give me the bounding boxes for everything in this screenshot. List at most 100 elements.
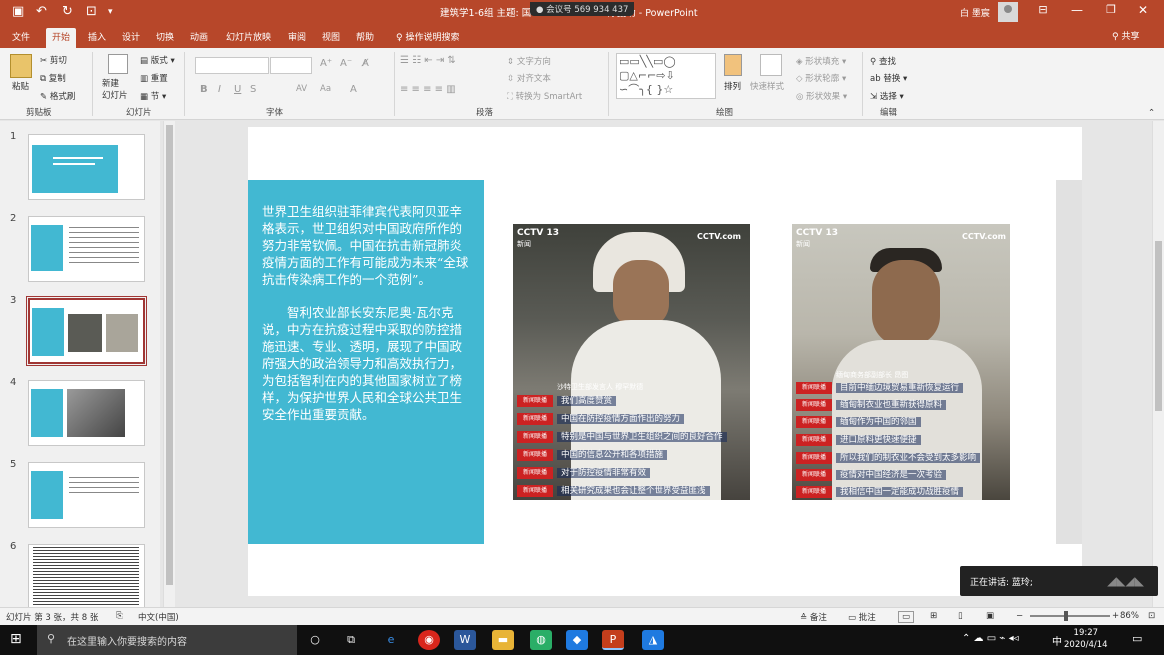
comments-button[interactable]: ▭ 批注 [848, 611, 876, 623]
spellcheck-icon[interactable]: ⎘ [116, 611, 123, 621]
save-icon[interactable]: ▣ [12, 4, 24, 20]
arrange-icon[interactable] [724, 54, 742, 76]
replace-button[interactable]: ab 替换 ▾ [870, 72, 907, 84]
thumbnail-scrollbar[interactable] [163, 121, 175, 607]
word-icon[interactable]: W [454, 630, 476, 650]
avatar[interactable] [998, 2, 1018, 22]
reset-button[interactable]: ▥ 重置 [140, 72, 168, 84]
shadow-button[interactable]: S [250, 84, 256, 95]
grow-font-icon[interactable]: A⁺ [320, 58, 332, 69]
find-button[interactable]: ⚲ 查找 [870, 55, 896, 67]
minimize-icon[interactable]: — [1062, 3, 1092, 17]
restore-icon[interactable]: ❐ [1096, 3, 1126, 16]
bold-button[interactable]: B [200, 84, 208, 95]
language-indicator[interactable]: 中文(中国) [138, 611, 179, 623]
shrink-font-icon[interactable]: A⁻ [340, 58, 352, 69]
char-spacing-button[interactable]: AV [296, 84, 307, 94]
scrollbar-thumb[interactable] [166, 125, 173, 585]
slide-thumbnail-3[interactable] [26, 296, 147, 366]
zoom-slider[interactable] [1030, 615, 1110, 617]
tab-slideshow[interactable]: 幻灯片放映 [220, 28, 277, 48]
tab-help[interactable]: 帮助 [350, 28, 380, 48]
change-case-button[interactable]: Aa [320, 84, 331, 94]
notes-button[interactable]: ≙ 备注 [800, 611, 827, 623]
share-button[interactable]: ⚲ 共享 [1112, 29, 1139, 42]
tab-file[interactable]: 文件 [6, 28, 36, 48]
quick-styles-icon[interactable] [760, 54, 782, 76]
paste-button[interactable]: 粘贴 [12, 80, 29, 92]
zoom-slider-handle[interactable] [1064, 611, 1068, 621]
user-name[interactable]: 白 墨宸 [960, 6, 990, 19]
customize-toolbar-icon[interactable]: ▾ [108, 4, 113, 20]
bullets-icon[interactable]: ☰ ☷ ⇤ ⇥ ⇅ [400, 55, 456, 66]
cortana-icon[interactable]: ○ [304, 630, 326, 650]
redo-icon[interactable]: ↻ [62, 4, 73, 20]
powerpoint-icon[interactable]: P [602, 630, 624, 650]
slide-sorter-icon[interactable]: ⊞ [930, 611, 937, 621]
align-text-button[interactable]: ⇳ 对齐文本 [507, 72, 551, 84]
tencent-meeting-icon[interactable]: ◮ [642, 630, 664, 650]
format-painter-button[interactable]: ✎ 格式刷 [40, 90, 75, 102]
file-explorer-icon[interactable]: ▬ [492, 630, 514, 650]
italic-button[interactable]: I [218, 84, 221, 95]
align-icons[interactable]: ≡ ≡ ≡ ≡ ▥ [400, 84, 456, 95]
news-photo-saudi[interactable]: CCTV 13 新闻 CCTV.com 沙特卫生部发言人 穆罕默德 新闻联播 我们… [513, 224, 750, 500]
tab-home[interactable]: 开始 [46, 28, 77, 48]
zoom-out-icon[interactable]: − [1016, 611, 1023, 621]
tab-view[interactable]: 视图 [316, 28, 346, 48]
notifications-icon[interactable]: ▭ [1132, 632, 1142, 645]
news-photo-myanmar[interactable]: CCTV 13 新闻 CCTV.com 缅甸商务部副部长 昂图 新闻联播 目前中缅… [792, 224, 1010, 500]
slide-thumbnail-6[interactable] [28, 544, 145, 607]
tab-insert[interactable]: 插入 [82, 28, 112, 48]
fit-slide-icon[interactable]: ⊡ [1148, 611, 1155, 621]
taskbar-search[interactable]: ⚲ 在这里输入你要搜索的内容 [37, 625, 297, 655]
scrollbar-thumb[interactable] [1155, 241, 1162, 411]
undo-icon[interactable]: ↶ [36, 4, 47, 20]
copy-button[interactable]: ⧉ 复制 [40, 72, 66, 84]
tell-me-search[interactable]: ♀ 操作说明搜索 [390, 28, 465, 48]
slideshow-icon[interactable]: ▣ [986, 611, 994, 621]
font-name-combo[interactable] [195, 57, 269, 74]
taskbar-clock[interactable]: 19:27 2020/4/14 [1064, 627, 1108, 651]
slide-thumbnail-5[interactable] [28, 462, 145, 528]
tab-review[interactable]: 审阅 [282, 28, 312, 48]
tab-transitions[interactable]: 切换 [150, 28, 180, 48]
font-color-icon[interactable]: A [350, 84, 357, 95]
zoom-in-icon[interactable]: + [1112, 611, 1119, 621]
ribbon-display-icon[interactable]: ⊟ [1028, 3, 1058, 16]
smartart-button[interactable]: ⛶ 转换为 SmartArt [507, 90, 582, 102]
text-direction-button[interactable]: ⇕ 文字方向 [507, 55, 551, 67]
arrange-button[interactable]: 排列 [724, 80, 741, 92]
slide-body-text[interactable]: 世界卫生组织驻菲律宾代表阿贝亚辛格表示，世卫组织对中国政府所作的努力非常钦佩。中… [262, 203, 474, 423]
normal-view-icon[interactable]: ▭ [898, 611, 915, 623]
new-slide-button[interactable]: 新建 幻灯片 [102, 78, 128, 102]
tab-animations[interactable]: 动画 [184, 28, 214, 48]
new-slide-icon[interactable] [108, 54, 128, 74]
layout-button[interactable]: ▤ 版式 ▾ [140, 54, 175, 66]
meeting-badge[interactable]: ● 会议号 569 934 437 [530, 2, 635, 16]
underline-button[interactable]: U [234, 84, 241, 95]
windows-start-icon[interactable]: ⊞ [10, 631, 22, 647]
shapes-gallery[interactable]: ▭▭╲╲▭◯ ▢△⌐⌐⇨⇩ ∽⌒╮{ }☆ [616, 53, 716, 99]
wechat-icon[interactable]: ◍ [530, 630, 552, 650]
close-icon[interactable]: ✕ [1128, 3, 1158, 17]
qq-icon[interactable]: ◆ [566, 630, 588, 650]
edge-icon[interactable]: e [380, 630, 402, 650]
start-slideshow-icon[interactable]: ⊡ [86, 4, 97, 20]
canvas-scrollbar[interactable] [1152, 121, 1164, 607]
tab-design[interactable]: 设计 [116, 28, 146, 48]
font-size-combo[interactable] [270, 57, 312, 74]
ime-indicator[interactable]: 中 [1052, 633, 1062, 648]
slide-thumbnail-2[interactable] [28, 216, 145, 282]
netease-music-icon[interactable]: ◉ [418, 630, 440, 650]
shape-effects-button[interactable]: ◎ 形状效果 ▾ [796, 90, 847, 102]
collapse-ribbon-icon[interactable]: ⌃ [1148, 108, 1155, 118]
reading-view-icon[interactable]: ▯ [958, 611, 963, 621]
quick-styles-button[interactable]: 快速样式 [750, 80, 784, 92]
section-button[interactable]: ▦ 节 ▾ [140, 90, 166, 102]
cut-button[interactable]: ✂ 剪切 [40, 54, 67, 66]
slide-thumbnail-1[interactable] [28, 134, 145, 200]
system-tray-icons[interactable]: ⌃ ☁ ▭ ⌁ ◂◃ [962, 633, 1019, 644]
clear-format-icon[interactable]: A̸ [362, 58, 369, 69]
zoom-level[interactable]: 86% [1120, 611, 1139, 621]
